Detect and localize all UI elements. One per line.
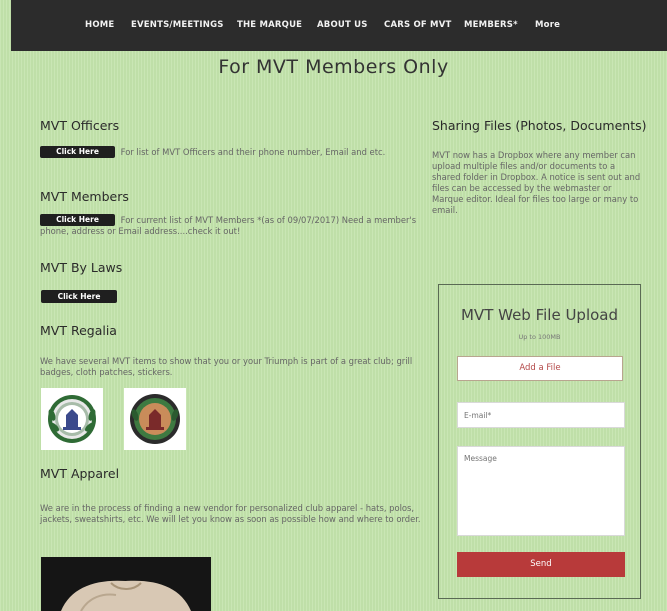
members-text-block: Click Here For current list of MVT Membe…	[40, 214, 420, 237]
members-click-here-button[interactable]: Click Here	[40, 214, 115, 226]
regalia-description: We have several MVT items to show that y…	[40, 356, 413, 377]
sharing-files-description: MVT now has a Dropbox where any member c…	[432, 150, 641, 215]
apparel-heading: MVT Apparel	[40, 466, 120, 481]
nav-members[interactable]: MEMBERS*	[464, 20, 518, 30]
nav-cars-of-mvt[interactable]: CARS OF MVT	[384, 20, 451, 30]
bylaws-heading: MVT By Laws	[40, 260, 123, 275]
regalia-heading: MVT Regalia	[40, 323, 117, 338]
email-field[interactable]	[457, 402, 625, 428]
upload-form-title: MVT Web File Upload	[460, 306, 619, 324]
nav-events-meetings[interactable]: EVENTS/MEETINGS	[131, 20, 224, 30]
nav-the-marque[interactable]: THE MARQUE	[237, 20, 302, 30]
send-button[interactable]: Send	[457, 552, 625, 577]
bylaws-click-here-button[interactable]: Click Here	[41, 290, 117, 303]
upload-size-limit: Up to 100MB	[518, 333, 561, 341]
nav-about-us[interactable]: ABOUT US	[317, 20, 368, 30]
page-title: For MVT Members Only	[218, 56, 449, 78]
officers-description: For list of MVT Officers and their phone…	[120, 147, 386, 157]
top-navigation-bar: HOME EVENTS/MEETINGS THE MARQUE ABOUT US…	[11, 0, 667, 51]
apparel-description: We are in the process of finding a new v…	[40, 503, 421, 524]
officers-heading: MVT Officers	[40, 118, 120, 133]
nav-more[interactable]: More	[535, 20, 560, 30]
message-field[interactable]	[457, 446, 625, 536]
add-file-button[interactable]: Add a File	[457, 356, 623, 381]
members-heading: MVT Members	[40, 189, 129, 204]
file-upload-form: MVT Web File Upload Up to 100MB Add a Fi…	[438, 284, 641, 599]
officers-click-here-button[interactable]: Click Here	[40, 146, 115, 158]
cloth-patch-image	[124, 388, 186, 450]
grill-badge-image	[41, 388, 103, 450]
nav-home[interactable]: HOME	[85, 20, 114, 30]
officers-text-block: Click Here For list of MVT Officers and …	[40, 146, 390, 158]
sharing-files-heading: Sharing Files (Photos, Documents)	[432, 118, 647, 133]
apparel-photo	[41, 557, 211, 611]
